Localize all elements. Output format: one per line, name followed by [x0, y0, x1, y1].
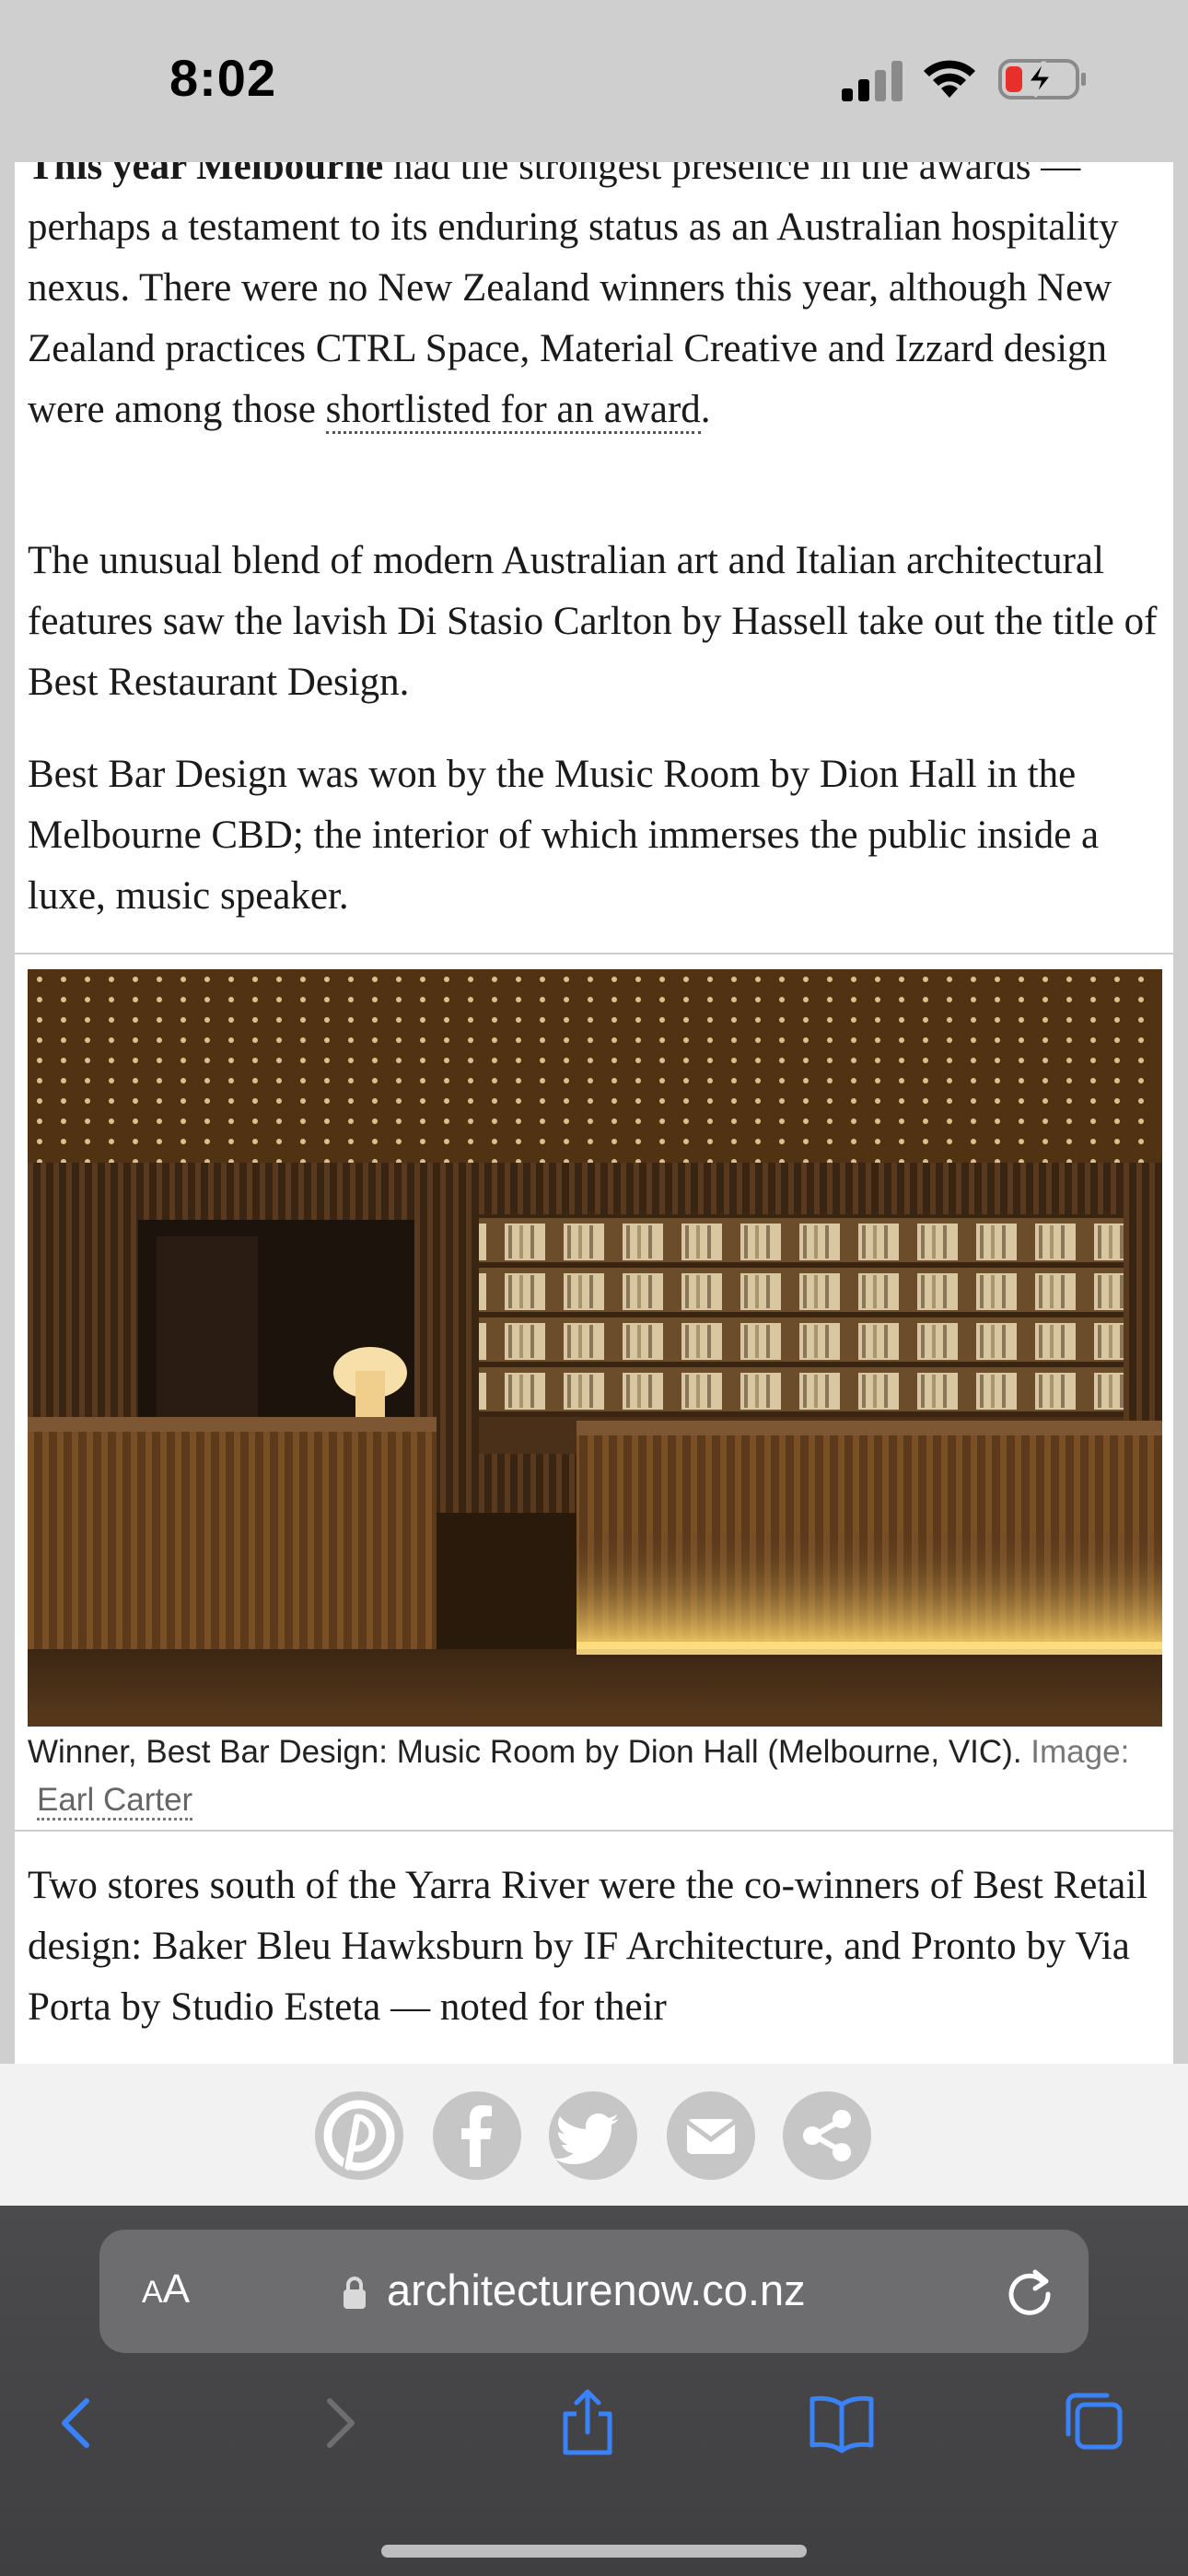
tabs-icon[interactable] — [1057, 2386, 1131, 2460]
paragraph-lead: This year Melbourne — [28, 162, 384, 188]
caption-image-label: Image: — [1031, 1734, 1130, 1770]
forward-icon[interactable] — [300, 2386, 374, 2460]
battery-charging-icon — [998, 59, 1086, 100]
pinterest-share-button[interactable] — [315, 2091, 403, 2180]
back-icon[interactable] — [42, 2386, 116, 2460]
photo-caption: Winner, Best Bar Design: Music Room by D… — [28, 1728, 1160, 1824]
address-bar[interactable]: AA architecturenow.co.nz — [99, 2230, 1089, 2353]
more-share-button[interactable] — [783, 2091, 871, 2180]
twitter-share-button[interactable] — [549, 2091, 637, 2180]
reader-options-button[interactable]: AA — [142, 2266, 190, 2313]
email-icon — [685, 2119, 737, 2154]
lock-icon — [344, 2277, 366, 2309]
bookmarks-icon[interactable] — [805, 2386, 879, 2460]
facebook-share-button[interactable] — [433, 2091, 521, 2180]
twitter-icon — [554, 2113, 619, 2164]
share-bar — [0, 2064, 1188, 2206]
divider — [15, 953, 1173, 954]
divider — [15, 1830, 1173, 1832]
pinterest-icon — [323, 2100, 395, 2175]
email-share-button[interactable] — [667, 2091, 755, 2180]
caption-text: Winner, Best Bar Design: Music Room by D… — [28, 1734, 1022, 1770]
url-text: architecturenow.co.nz — [387, 2266, 806, 2314]
reload-icon[interactable] — [1002, 2265, 1057, 2320]
status-time: 8:02 — [169, 49, 277, 107]
home-indicator — [381, 2545, 807, 2558]
share-icon — [803, 2110, 851, 2161]
shortlisted-link[interactable]: shortlisted for an award — [325, 388, 701, 434]
browser-toolbar: AA architecturenow.co.nz — [0, 2206, 1188, 2576]
share-sheet-icon[interactable] — [551, 2386, 624, 2460]
music-room-photo[interactable] — [28, 969, 1162, 1727]
status-bar: 8:02 — [0, 0, 1188, 162]
paragraph-restaurant: The unusual blend of modern Australian a… — [28, 539, 1158, 704]
article-content: This year Melbourne had the strongest pr… — [15, 162, 1173, 2064]
wifi-icon — [924, 60, 975, 98]
photo-credit-link[interactable]: Earl Carter — [37, 1782, 193, 1821]
paragraph-retail: Two stores south of the Yarra River were… — [28, 1864, 1148, 2029]
facebook-icon — [461, 2105, 492, 2167]
paragraph-bar: Best Bar Design was won by the Music Roo… — [28, 753, 1100, 918]
cellular-signal-icon — [842, 61, 903, 101]
paragraph-end: . — [700, 388, 711, 431]
paragraph-melbourne: This year Melbourne had the strongest pr… — [28, 162, 1170, 440]
